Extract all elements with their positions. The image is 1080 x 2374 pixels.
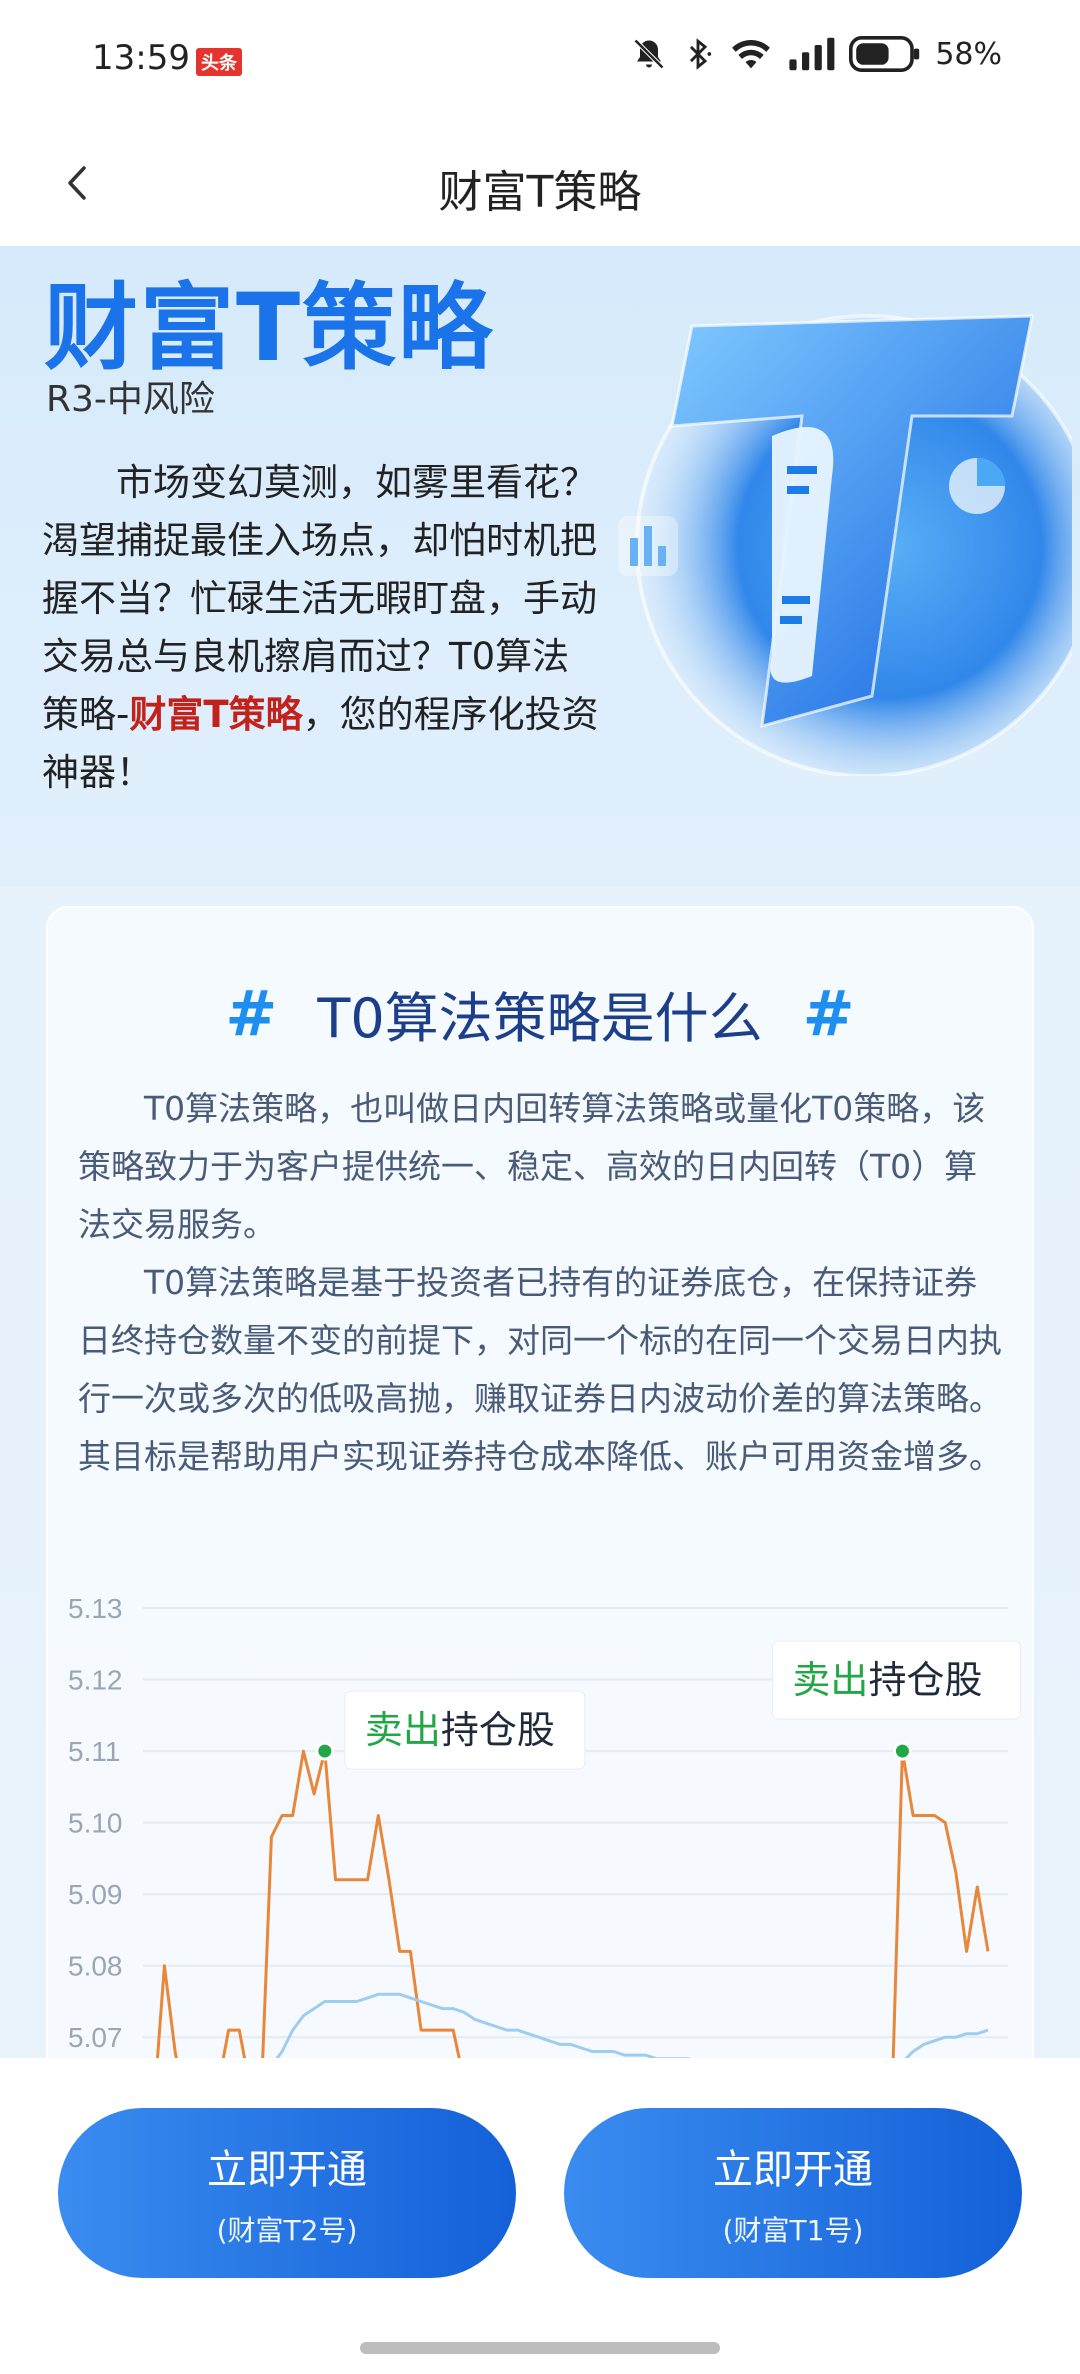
info-card: # T0算法策略是什么 # T0算法策略，也叫做日内回转算法策略或量化T0策略，… — [46, 906, 1034, 2058]
content-scroll[interactable]: 财富T策略 R3-中风险 市场变幻莫测，如雾里看花？渴望捕捉最佳入场点，却怕时机… — [0, 246, 1080, 2058]
callout-action: 卖出 — [365, 1708, 441, 1752]
callout-target: 持仓股 — [868, 1658, 982, 1702]
status-time: 13:59 — [92, 38, 190, 78]
battery-percent: 58% — [935, 36, 1002, 72]
y-tick-label: 5.09 — [68, 1879, 123, 1910]
bottom-action-bar: 立即开通 (财富T2号) 立即开通 (财富T1号) — [0, 2058, 1080, 2374]
callout-label: 卖出持仓股 — [792, 1658, 982, 1702]
bluetooth-icon — [690, 38, 712, 70]
y-tick-label: 5.08 — [68, 1951, 123, 1982]
button-label: 立即开通 — [713, 2147, 873, 2193]
avg-price-line — [275, 1992, 989, 2058]
hash-icon: # — [225, 976, 278, 1050]
open-t2-button[interactable]: 立即开通 (财富T2号) — [58, 2108, 516, 2278]
y-tick-label: 5.07 — [68, 2022, 123, 2053]
section-title: T0算法策略是什么 — [317, 987, 763, 1050]
section-body: T0算法策略，也叫做日内回转算法策略或量化T0策略，该策略致力于为客户提供统一、… — [78, 1080, 1008, 1486]
open-t1-button[interactable]: 立即开通 (财富T1号) — [564, 2108, 1022, 2278]
battery-icon — [849, 36, 920, 72]
bell-muted-icon — [634, 38, 665, 70]
signal-icon — [789, 37, 835, 71]
button-sublabel: (财富T2号) — [216, 2214, 358, 2247]
section-paragraph: T0算法策略是基于投资者已持有的证券底仓，在保持证券日终持仓数量不变的前提下，对… — [78, 1263, 1002, 1476]
section-paragraph: T0算法策略，也叫做日内回转算法策略或量化T0策略，该策略致力于为客户提供统一、… — [78, 1089, 986, 1244]
wifi-icon — [732, 39, 771, 69]
status-icons: 58% — [631, 34, 1002, 74]
sell-marker — [315, 1741, 335, 1761]
y-tick-label: 5.12 — [68, 1665, 123, 1696]
hash-icon: # — [802, 976, 855, 1050]
price-chart: 5.135.125.115.105.095.085.07卖出持仓股卖出持仓股 — [68, 1593, 1021, 2058]
hero-desc-highlight: 财富T策略 — [129, 693, 303, 736]
home-indicator[interactable] — [360, 2342, 720, 2354]
risk-level: R3-中风险 — [46, 379, 215, 420]
hero-description: 市场变幻莫测，如雾里看花？渴望捕捉最佳入场点，却怕时机把握不当？忙碌生活无暇盯盘… — [42, 454, 602, 802]
y-tick-label: 5.13 — [68, 1593, 123, 1624]
callout-action: 卖出 — [792, 1658, 868, 1702]
navigation-bar: 财富T策略 — [0, 120, 1080, 246]
button-sublabel: (财富T1号) — [722, 2214, 864, 2247]
news-badge: 头条 — [196, 48, 242, 76]
y-tick-label: 5.10 — [68, 1808, 123, 1839]
price-line — [155, 1749, 990, 2058]
callout-label: 卖出持仓股 — [365, 1708, 555, 1752]
hero-banner: 财富T策略 R3-中风险 市场变幻莫测，如雾里看花？渴望捕捉最佳入场点，却怕时机… — [0, 246, 1080, 886]
page-title: 财富T策略 — [438, 167, 642, 218]
t-logo-illustration — [618, 314, 1072, 776]
section-header: # T0算法策略是什么 # — [48, 974, 1032, 1053]
sell-marker — [892, 1741, 912, 1761]
status-bar: 13:59 头条 58% — [0, 0, 1080, 120]
y-tick-label: 5.11 — [68, 1736, 120, 1767]
callout-target: 持仓股 — [441, 1708, 555, 1752]
button-label: 立即开通 — [207, 2147, 367, 2193]
hero-title: 财富T策略 — [44, 274, 495, 383]
